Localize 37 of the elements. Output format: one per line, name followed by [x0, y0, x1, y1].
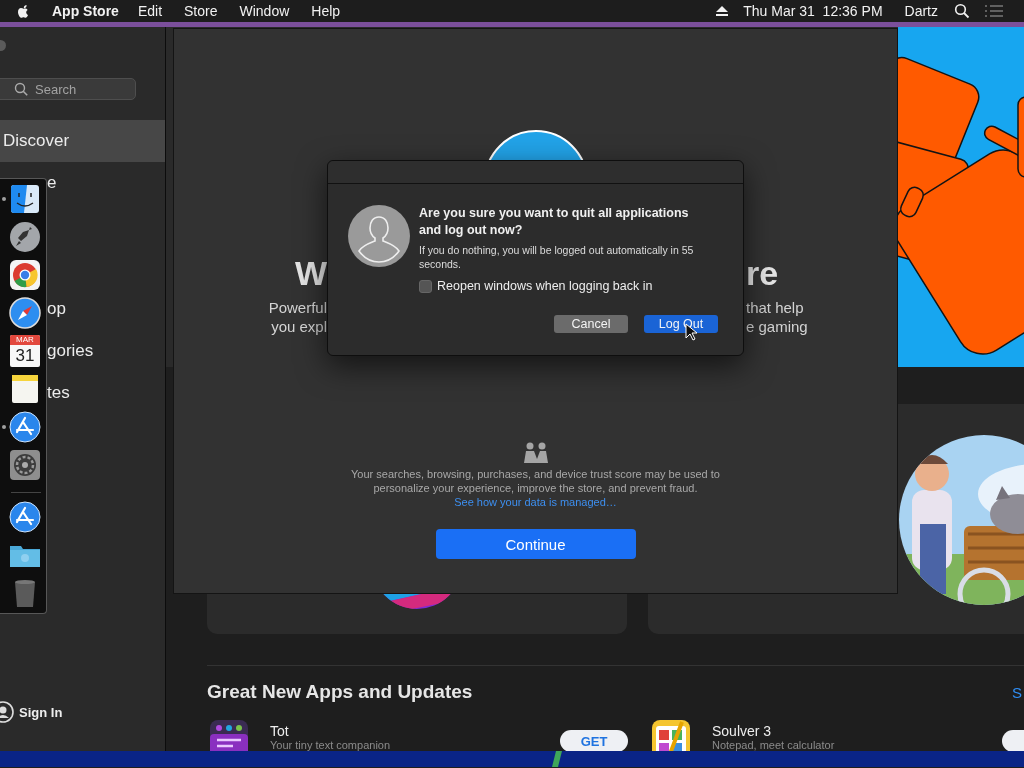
- user-name[interactable]: Dartz: [904, 3, 938, 19]
- menu-item[interactable]: Help: [311, 3, 341, 19]
- checkbox-label[interactable]: Reopen windows when logging back in: [437, 279, 653, 293]
- calendar-icon[interactable]: MAR 31: [10, 335, 40, 367]
- app-subtitle: Your tiny text companion: [270, 739, 392, 751]
- continue-button[interactable]: Continue: [435, 529, 636, 559]
- sidebar-item[interactable]: e: [47, 162, 165, 204]
- section-title: Great New Apps and Updates: [207, 681, 473, 703]
- calendar-day: 31: [15, 345, 35, 366]
- clock[interactable]: Thu Mar 31 12:36 PM: [743, 3, 883, 19]
- privacy-link[interactable]: See how your data is managed…: [454, 495, 617, 509]
- menu-item[interactable]: Edit: [137, 3, 162, 19]
- menu-item[interactable]: Store: [184, 3, 218, 19]
- cancel-button[interactable]: Cancel: [554, 315, 628, 333]
- sign-in-link[interactable]: Sign In: [19, 704, 63, 720]
- headline-text: re: [746, 254, 779, 292]
- app-subtitle: Notepad, meet calculator: [712, 739, 836, 751]
- intro-text: you expl: [271, 317, 327, 336]
- dialog-title: Are you sure you want to quit all applications and log out now?: [419, 205, 690, 239]
- intro-text: that help: [746, 298, 804, 317]
- sidebar-item[interactable]: Discover: [0, 120, 165, 162]
- sidebar-item[interactable]: op: [47, 288, 165, 330]
- calendar-month: MAR: [10, 335, 40, 345]
- app-menu[interactable]: App Store: [52, 3, 119, 19]
- sidebar-item[interactable]: gories: [47, 330, 165, 372]
- dialog-message: If you do nothing, you will be logged out automatically in 55 seconds.: [419, 243, 695, 271]
- intro-text: e gaming: [746, 317, 808, 336]
- intro-text: Powerful: [268, 298, 327, 317]
- privacy-text: Your searches, browsing, purchases, and device trust score may be used to personalize your experience, improve the store, and prevent fraud.: [350, 467, 721, 495]
- sidebar-item[interactable]: tes: [47, 372, 165, 414]
- search-field[interactable]: Search: [0, 78, 136, 100]
- see-all-link[interactable]: S: [1012, 683, 1024, 701]
- menu-item[interactable]: Window: [239, 3, 290, 19]
- app-name: Tot: [270, 723, 290, 739]
- headline-text: W: [294, 254, 327, 292]
- app-name: Soulver 3: [712, 723, 773, 739]
- get-button[interactable]: GET: [560, 730, 628, 751]
